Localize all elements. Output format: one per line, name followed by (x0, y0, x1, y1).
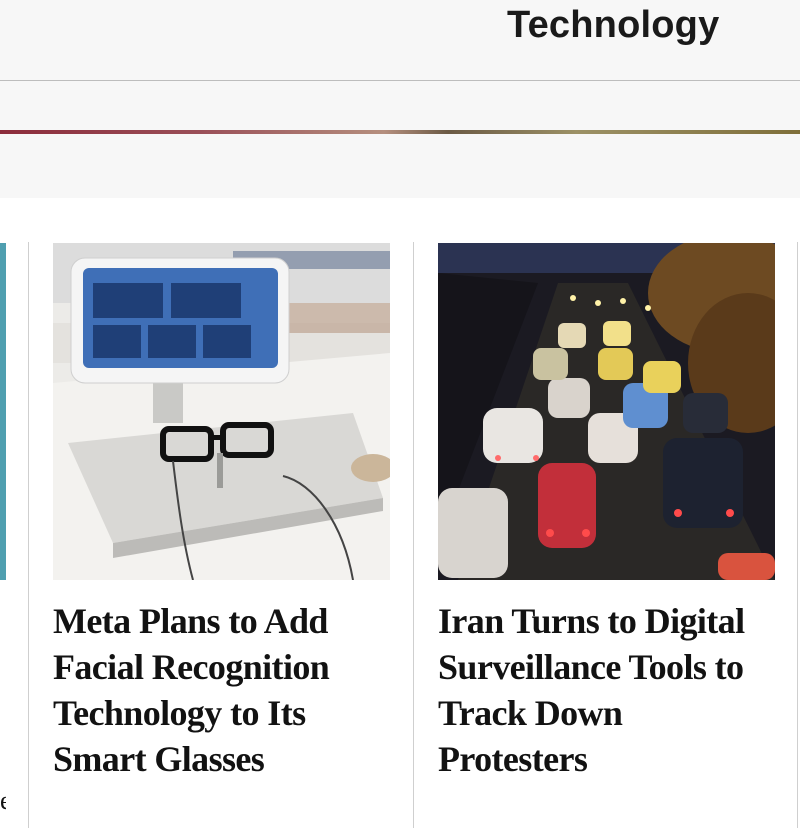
article-card-meta-glasses[interactable]: Meta Plans to Add Facial Recognition Tec… (53, 243, 390, 782)
column-divider (28, 242, 29, 828)
column-divider (797, 242, 798, 828)
smart-glasses-display-photo[interactable] (53, 243, 390, 580)
article-headline[interactable]: Meta Plans to Add Facial Recognition Tec… (53, 598, 390, 782)
previous-card-image-edge[interactable] (0, 243, 6, 580)
previous-card-title-edge: e (0, 786, 6, 815)
article-card-iran-surveillance[interactable]: Iran Turns to Digital Surveillance Tools… (438, 243, 775, 782)
article-headline[interactable]: Iran Turns to Digital Surveillance Tools… (438, 598, 775, 782)
accent-gradient-bar (0, 130, 800, 134)
column-divider (413, 242, 414, 828)
section-title[interactable]: Technology (507, 4, 719, 47)
night-traffic-street-photo[interactable] (438, 243, 775, 580)
header-divider (0, 80, 800, 81)
